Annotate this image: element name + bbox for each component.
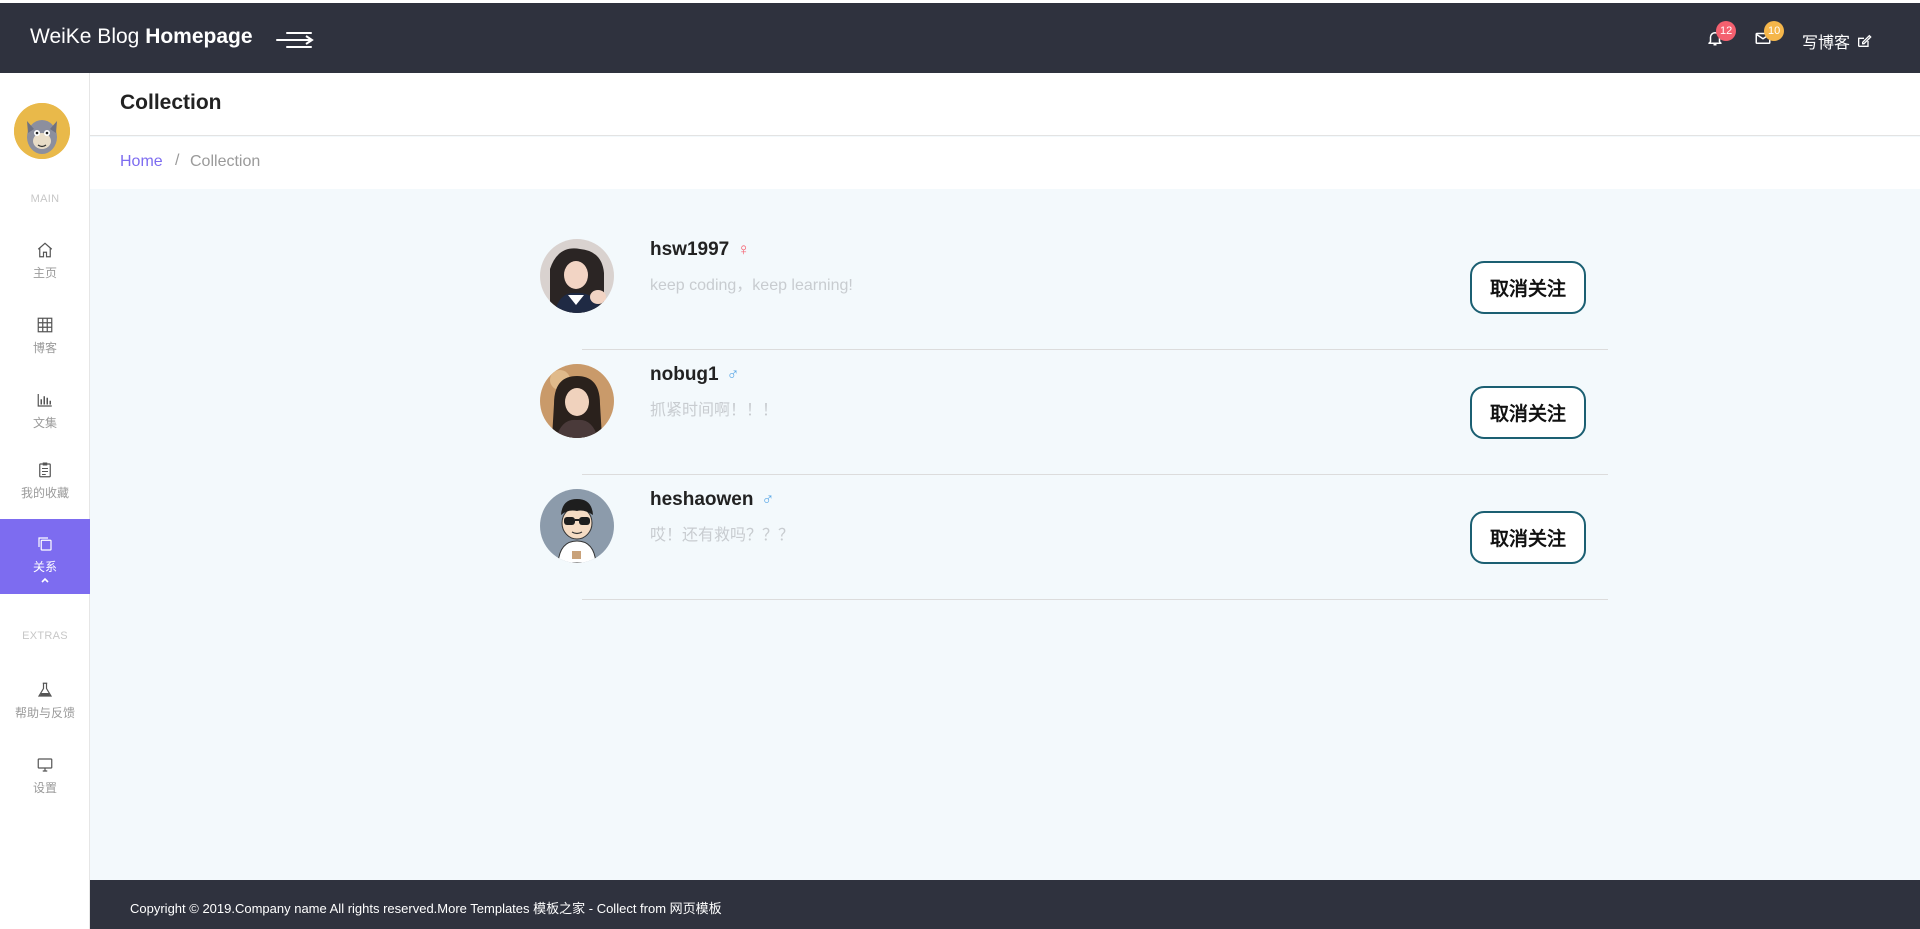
- follower-bio: 哎！还有救吗？？？: [650, 527, 795, 544]
- follower-name[interactable]: hsw1997 ♀: [650, 239, 750, 261]
- menu-toggle-icon[interactable]: [276, 31, 314, 49]
- male-icon: ♂: [726, 365, 740, 384]
- sidebar-item-blog[interactable]: 博客: [0, 316, 90, 388]
- sidebar-item-home[interactable]: 主页: [0, 241, 90, 313]
- sidebar-item-label: 帮助与反馈: [14, 706, 75, 720]
- sidebar-item-collections[interactable]: 文集: [0, 391, 90, 463]
- breadcrumb-home-link[interactable]: Home: [120, 153, 163, 171]
- brand-light-text: WeiKe Blog: [30, 25, 140, 48]
- sidebar: MAIN 主页 博客 文集 我的收藏 关系 EXTRAS 帮助与反馈 设置: [0, 73, 90, 929]
- sidebar-item-label: 设置: [32, 781, 57, 795]
- sidebar-item-relations[interactable]: 关系: [0, 519, 90, 594]
- follower-avatar[interactable]: [540, 364, 614, 438]
- follower-name[interactable]: nobug1 ♂: [650, 364, 739, 386]
- sidebar-item-help[interactable]: 帮助与反馈: [0, 681, 90, 753]
- follow-list-item: heshaowen ♂ 哎！还有救吗？？？ 取消关注: [450, 475, 1608, 600]
- follower-avatar[interactable]: [540, 239, 614, 313]
- sidebar-item-label: 我的收藏: [20, 486, 69, 500]
- breadcrumb-separator: /: [175, 152, 180, 169]
- copy-icon: [38, 537, 52, 551]
- sidebar-section-extras: EXTRAS: [22, 630, 68, 642]
- brand-bold-text: Homepage: [145, 25, 253, 48]
- home-icon: [37, 242, 53, 258]
- row-divider: [582, 599, 1608, 600]
- notification-bell-icon[interactable]: 12: [1706, 21, 1737, 49]
- unfollow-button[interactable]: 取消关注: [1470, 261, 1586, 314]
- brand-logo[interactable]: WeiKe Blog Homepage: [30, 25, 253, 49]
- grid-icon: [37, 317, 53, 333]
- footer-copyright: Copyright © 2019.Company name All rights…: [130, 901, 722, 916]
- follower-name-text: hsw1997: [650, 239, 730, 260]
- mail-icon[interactable]: 10: [1754, 21, 1785, 49]
- write-blog-label: 写博客: [1802, 35, 1851, 52]
- sidebar-item-label: 关系: [32, 560, 57, 574]
- sidebar-item-label: 博客: [32, 341, 57, 355]
- follower-bio: keep coding，keep learning!: [650, 277, 853, 294]
- write-blog-link[interactable]: 写博客: [1802, 29, 1872, 53]
- unfollow-button[interactable]: 取消关注: [1470, 386, 1586, 439]
- bar-chart-icon: [37, 394, 52, 407]
- sidebar-item-label: 文集: [32, 416, 57, 430]
- flask-icon: [37, 682, 53, 697]
- page-title: Collection: [120, 91, 222, 114]
- edit-icon: [1858, 34, 1872, 47]
- follower-bio: 抓紧时间啊！！！: [650, 402, 779, 419]
- page-header: Collection: [90, 73, 1920, 136]
- sidebar-item-label: 主页: [32, 266, 57, 280]
- follower-name-text: nobug1: [650, 364, 719, 385]
- male-icon: ♂: [761, 490, 775, 509]
- sidebar-item-settings[interactable]: 设置: [0, 756, 90, 828]
- monitor-icon: [37, 758, 53, 772]
- female-icon: ♀: [737, 240, 750, 259]
- follow-list-item: nobug1 ♂ 抓紧时间啊！！！ 取消关注: [450, 350, 1608, 475]
- sidebar-section-main: MAIN: [30, 193, 60, 205]
- unfollow-button[interactable]: 取消关注: [1470, 511, 1586, 564]
- follower-avatar[interactable]: [540, 489, 614, 563]
- message-count-badge: 10: [1764, 21, 1785, 41]
- main-content: Collection Home / Collection hsw1997 ♀ ke…: [90, 73, 1920, 929]
- top-navbar: WeiKe Blog Homepage 12 10 写博客: [0, 0, 1920, 73]
- breadcrumb: Home / Collection: [90, 137, 1920, 189]
- follower-name[interactable]: heshaowen ♂: [650, 489, 774, 511]
- notification-count-badge: 12: [1716, 21, 1737, 41]
- chevron-up-icon: [41, 577, 49, 583]
- clipboard-icon: [39, 462, 51, 478]
- breadcrumb-current: Collection: [190, 153, 261, 170]
- footer: Copyright © 2019.Company name All rights…: [90, 880, 1920, 929]
- follower-name-text: heshaowen: [650, 489, 754, 510]
- follow-list-item: hsw1997 ♀ keep coding，keep learning! 取消关注: [450, 225, 1608, 350]
- user-avatar[interactable]: [14, 103, 70, 159]
